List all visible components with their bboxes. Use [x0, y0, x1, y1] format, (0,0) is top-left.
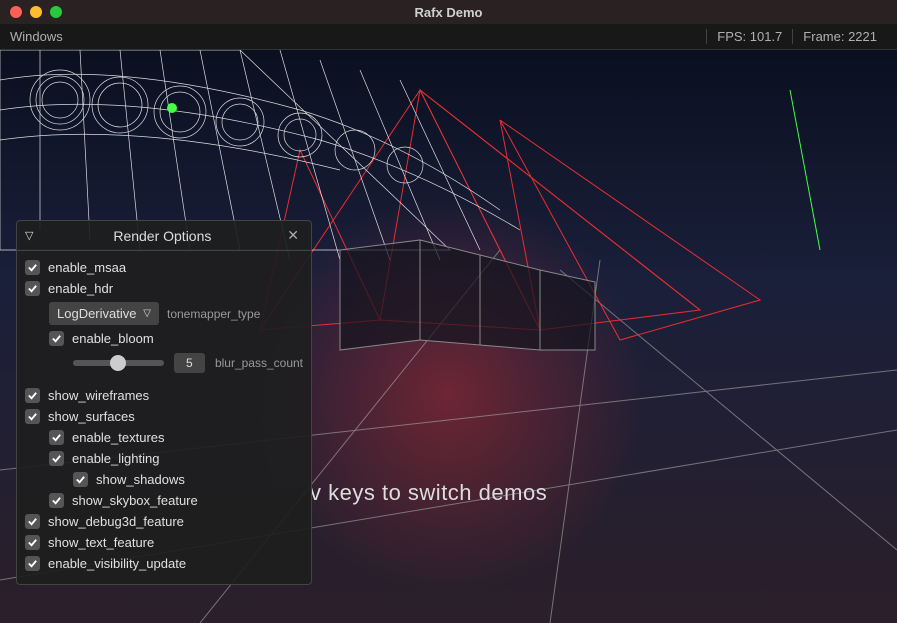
dropdown-tonemapper[interactable]: LogDerivative ▽ [49, 302, 159, 325]
option-blur-pass: 5 blur_pass_count [25, 349, 303, 377]
label-show-surfaces: show_surfaces [48, 409, 135, 424]
label-enable-hdr: enable_hdr [48, 281, 113, 296]
option-show-text: show_text_feature [25, 532, 303, 553]
frame-counter: Frame: 2221 [792, 29, 887, 44]
option-enable-hdr: enable_hdr [25, 278, 303, 299]
option-enable-bloom: enable_bloom [25, 328, 303, 349]
option-show-skybox: show_skybox_feature [25, 490, 303, 511]
option-enable-msaa: enable_msaa [25, 257, 303, 278]
checkbox-visibility-update[interactable] [25, 556, 40, 571]
label-enable-msaa: enable_msaa [48, 260, 126, 275]
label-blur-pass: blur_pass_count [215, 356, 303, 370]
checkbox-show-shadows[interactable] [73, 472, 88, 487]
window-title: Rafx Demo [415, 5, 483, 20]
render-options-panel[interactable]: ▽ Render Options ✕ enable_msaa enable_hd… [16, 220, 312, 585]
checkbox-enable-msaa[interactable] [25, 260, 40, 275]
panel-body: enable_msaa enable_hdr LogDerivative ▽ t… [17, 251, 311, 584]
label-enable-textures: enable_textures [72, 430, 165, 445]
label-show-shadows: show_shadows [96, 472, 185, 487]
option-show-debug3d: show_debug3d_feature [25, 511, 303, 532]
slider-value[interactable]: 5 [174, 353, 205, 373]
option-visibility-update: enable_visibility_update [25, 553, 303, 574]
label-show-debug3d: show_debug3d_feature [48, 514, 184, 529]
checkbox-show-skybox[interactable] [49, 493, 64, 508]
menu-windows[interactable]: Windows [10, 29, 63, 44]
slider-blur-pass[interactable] [73, 360, 164, 366]
checkbox-show-wireframes[interactable] [25, 388, 40, 403]
titlebar: Rafx Demo [0, 0, 897, 24]
panel-title: Render Options [41, 228, 283, 244]
maximize-window-button[interactable] [50, 6, 62, 18]
label-tonemapper: tonemapper_type [167, 307, 260, 321]
minimize-window-button[interactable] [30, 6, 42, 18]
label-show-wireframes: show_wireframes [48, 388, 149, 403]
option-enable-lighting: enable_lighting [25, 448, 303, 469]
marker-dot [167, 103, 177, 113]
checkbox-enable-hdr[interactable] [25, 281, 40, 296]
close-window-button[interactable] [10, 6, 22, 18]
label-enable-bloom: enable_bloom [72, 331, 154, 346]
hint-text: v keys to switch demos [310, 480, 547, 506]
checkbox-enable-bloom[interactable] [49, 331, 64, 346]
label-visibility-update: enable_visibility_update [48, 556, 186, 571]
chevron-down-icon: ▽ [143, 308, 151, 319]
panel-header[interactable]: ▽ Render Options ✕ [17, 221, 311, 251]
checkbox-show-debug3d[interactable] [25, 514, 40, 529]
checkbox-enable-lighting[interactable] [49, 451, 64, 466]
close-icon[interactable]: ✕ [283, 227, 303, 244]
checkbox-enable-textures[interactable] [49, 430, 64, 445]
window-controls [0, 6, 62, 18]
option-enable-textures: enable_textures [25, 427, 303, 448]
dropdown-value: LogDerivative [57, 306, 137, 321]
option-show-surfaces: show_surfaces [25, 406, 303, 427]
menubar: Windows FPS: 101.7 Frame: 2221 [0, 24, 897, 50]
option-show-wireframes: show_wireframes [25, 385, 303, 406]
label-show-skybox: show_skybox_feature [72, 493, 198, 508]
collapse-icon[interactable]: ▽ [25, 229, 33, 242]
checkbox-show-surfaces[interactable] [25, 409, 40, 424]
option-show-shadows: show_shadows [25, 469, 303, 490]
option-tonemapper: LogDerivative ▽ tonemapper_type [25, 299, 303, 328]
slider-thumb[interactable] [110, 355, 126, 371]
fps-counter: FPS: 101.7 [706, 29, 792, 44]
checkbox-show-text[interactable] [25, 535, 40, 550]
label-show-text: show_text_feature [48, 535, 154, 550]
label-enable-lighting: enable_lighting [72, 451, 159, 466]
